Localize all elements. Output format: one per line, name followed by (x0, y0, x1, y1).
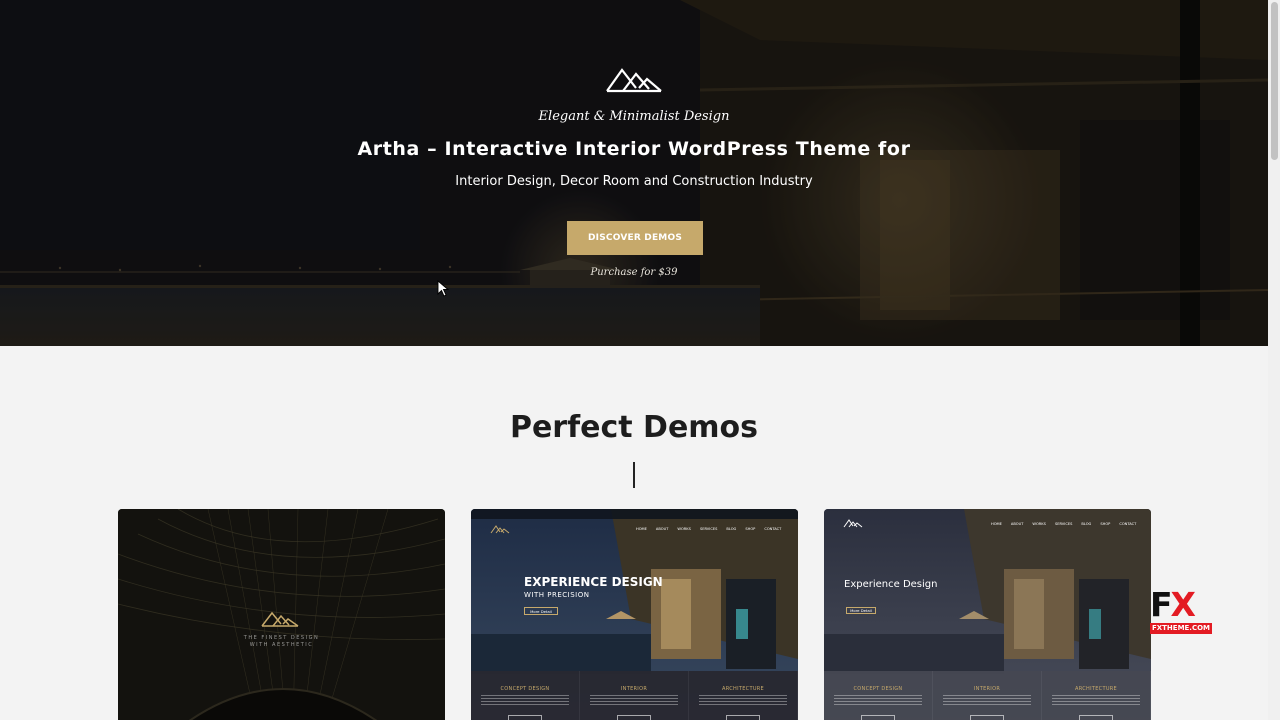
mountain-logo-icon (606, 68, 662, 93)
demo-2-feature-col: ARCHITECTURE (689, 671, 798, 720)
demo-3-feature-col: INTERIOR (933, 671, 1042, 720)
fxtheme-letters: FX (1150, 585, 1196, 624)
demo-2-more-detail-button[interactable]: More Detail (524, 607, 558, 615)
demo-3-logo-icon (843, 519, 863, 528)
vertical-scrollbar[interactable] (1268, 0, 1280, 720)
badge-letter-x: X (1170, 585, 1196, 624)
scrollbar-thumb[interactable] (1271, 2, 1278, 160)
demo-2-feature-text (590, 695, 678, 705)
demo-3-feature-col: CONCEPT DESIGN (824, 671, 933, 720)
mouse-cursor-icon (437, 280, 449, 297)
demo-2-nav-item[interactable]: WORKS (677, 527, 691, 531)
demo-2-nav-item[interactable]: HOME (636, 527, 647, 531)
demo-3-nav-item[interactable]: SHOP (1100, 522, 1110, 526)
demo-2-headline: EXPERIENCE DESIGN (524, 575, 663, 589)
section-divider (633, 462, 635, 488)
demo-3-nav-item[interactable]: BLOG (1081, 522, 1091, 526)
demo-3-feature-text (1052, 695, 1140, 705)
demo-2-nav-item[interactable]: BLOG (726, 527, 736, 531)
demo-3-nav-item[interactable]: SERVICES (1055, 522, 1072, 526)
hero-title: Artha – Interactive Interior WordPress T… (357, 138, 911, 160)
demo-1-logo-icon (261, 611, 299, 627)
demo-1-line-2: WITH AESTHETIC (249, 642, 314, 648)
demo-2-feature-col: INTERIOR (580, 671, 689, 720)
demo-3-feature-text (943, 695, 1031, 705)
demo-2-nav-item[interactable]: ABOUT (656, 527, 669, 531)
page: Elegant & Minimalist Design Artha – Inte… (0, 0, 1268, 720)
demo-3-more-detail-button[interactable]: More Detail (846, 607, 876, 614)
demo-card-1[interactable]: THE FINEST DESIGN WITH AESTHETIC (118, 509, 445, 720)
demo-3-feature-button[interactable] (861, 715, 895, 720)
demo-2-feature-strip: CONCEPT DESIGN INTERIOR ARCHITECTURE (471, 671, 798, 720)
demo-3-nav-item[interactable]: ABOUT (1011, 522, 1024, 526)
hero-subtitle: Interior Design, Decor Room and Construc… (455, 174, 813, 189)
demo-3-feature-button[interactable] (970, 715, 1004, 720)
demo-3-feature-strip: CONCEPT DESIGN INTERIOR ARCHITECTURE (824, 671, 1151, 720)
demo-3-headline: Experience Design (844, 579, 938, 590)
demo-3-feature-text (834, 695, 922, 705)
demo-2-feature-button[interactable] (617, 715, 651, 720)
demo-3-feature-title: ARCHITECTURE (1074, 686, 1118, 692)
demo-2-nav-item[interactable]: SHOP (745, 527, 755, 531)
demo-2-feature-text (481, 695, 569, 705)
demo-1-line-1: THE FINEST DESIGN (243, 635, 320, 641)
discover-demos-button[interactable]: DISCOVER DEMOS (567, 221, 703, 255)
demo-3-nav-item[interactable]: HOME (991, 522, 1002, 526)
demo-3-nav-item[interactable]: WORKS (1032, 522, 1046, 526)
demo-2-feature-title: CONCEPT DESIGN (500, 686, 550, 692)
demo-2-nav-item[interactable]: CONTACT (764, 527, 781, 531)
demo-2-subheadline: WITH PRECISION (524, 591, 590, 599)
hero-tagline: Elegant & Minimalist Design (538, 109, 730, 124)
demo-2-feature-button[interactable] (508, 715, 542, 720)
demo-2-nav: HOME ABOUT WORKS SERVICES BLOG SHOP CONT… (636, 527, 781, 531)
demo-3-feature-title: INTERIOR (973, 686, 1001, 692)
demo-2-feature-col: CONCEPT DESIGN (471, 671, 580, 720)
demo-2-feature-title: INTERIOR (620, 686, 648, 692)
demo-2-nav-item[interactable]: SERVICES (700, 527, 717, 531)
demo-3-feature-button[interactable] (1079, 715, 1113, 720)
demo-3-nav-item[interactable]: CONTACT (1119, 522, 1136, 526)
section-title: Perfect Demos (509, 410, 759, 445)
demo-2-feature-button[interactable] (726, 715, 760, 720)
fxtheme-url: FXTHEME.COM (1150, 623, 1212, 634)
demo-3-feature-title: CONCEPT DESIGN (853, 686, 903, 692)
demo-2-feature-text (699, 695, 787, 705)
demo-2-feature-title: ARCHITECTURE (721, 686, 765, 692)
demo-3-feature-col: ARCHITECTURE (1042, 671, 1151, 720)
demo-card-2[interactable]: HOME ABOUT WORKS SERVICES BLOG SHOP CONT… (471, 509, 798, 720)
demo-2-logo-icon (490, 525, 510, 534)
demo-card-3[interactable]: HOME ABOUT WORKS SERVICES BLOG SHOP CONT… (824, 509, 1151, 720)
demo-3-nav: HOME ABOUT WORKS SERVICES BLOG SHOP CONT… (991, 522, 1136, 526)
purchase-link[interactable]: Purchase for $39 (0, 267, 1268, 278)
hero-section: Elegant & Minimalist Design Artha – Inte… (0, 0, 1268, 346)
badge-letter-f: F (1150, 585, 1173, 624)
hero-background-image (0, 0, 1268, 346)
fxtheme-watermark-logo: FX FXTHEME.COM (1150, 587, 1212, 635)
